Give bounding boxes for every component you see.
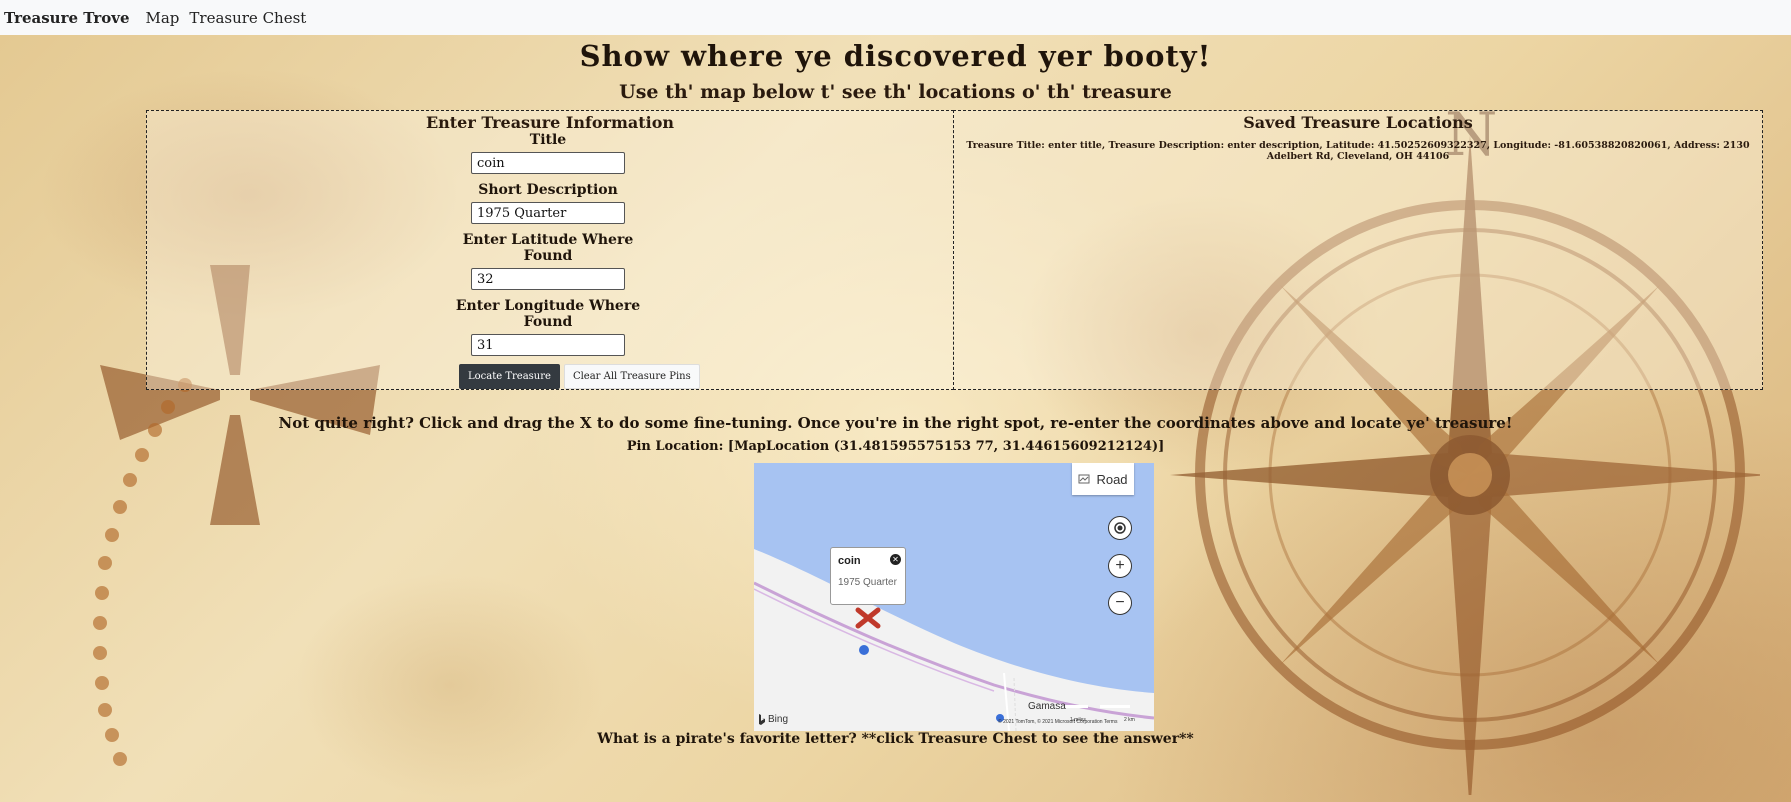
longitude-input[interactable] [471,334,625,356]
map-view[interactable]: Road + − coin 1975 Quarter ✕ Gamasa 1 mi… [754,463,1154,731]
bing-logo: Bing [758,714,788,725]
form-buttons: Locate Treasure Clear All Treasure Pins [459,364,953,389]
clear-pins-button[interactable]: Clear All Treasure Pins [563,364,700,389]
description-input[interactable] [471,202,625,224]
road-layer-icon [1078,474,1090,484]
map-type-road-button[interactable]: Road [1072,463,1134,495]
zoom-in-button[interactable]: + [1108,554,1132,578]
description-label: Short Description [478,182,618,198]
zoom-out-button[interactable]: − [1108,591,1132,615]
map-land [754,549,1154,731]
road-label: Road [1096,471,1128,487]
place-label: Gamasa [1028,701,1066,712]
page-subtitle: Use th' map below t' see th' locations o… [619,81,1172,103]
nav-link-map[interactable]: Map [146,9,180,27]
form-fields: Title Short Description Enter Latitude W… [453,132,643,356]
title-input[interactable] [471,152,625,174]
saved-locations-panel: Saved Treasure Locations Treasure Title:… [953,110,1763,390]
x-marker-icon[interactable] [855,607,881,629]
main-content: Show where ye discovered yer booty! Use … [0,35,1791,802]
saved-title: Saved Treasure Locations [1243,113,1473,132]
page-title: Show where ye discovered yer booty! [579,39,1212,73]
bing-label: Bing [768,714,789,725]
close-icon[interactable]: ✕ [890,554,901,565]
latitude-input[interactable] [471,268,625,290]
navbar-brand[interactable]: Treasure Trove [4,9,130,27]
fine-tune-hint: Not quite right? Click and drag the X to… [278,414,1513,432]
infobox-description: 1975 Quarter [838,577,897,588]
pirate-riddle: What is a pirate's favorite letter? **cl… [597,731,1194,747]
scale-km: 2 km [1124,717,1135,723]
treasure-form-panel: Enter Treasure Information Title Short D… [146,110,954,390]
longitude-label: Enter Longitude Where Found [455,298,641,330]
pin-location-readout: Pin Location: [MapLocation (31.481595575… [626,439,1165,454]
pin-infobox: coin 1975 Quarter ✕ [830,547,906,605]
bing-logo-icon [759,714,765,725]
latitude-label: Enter Latitude Where Found [462,232,634,264]
navbar: Treasure Trove Map Treasure Chest [0,0,1791,35]
nav-link-treasure-chest[interactable]: Treasure Chest [189,9,306,27]
locate-me-icon [1114,522,1126,534]
locate-me-button[interactable] [1108,516,1132,540]
zoom-out-icon: − [1115,594,1125,611]
title-label: Title [529,132,567,148]
saved-location-entry: Treasure Title: enter title, Treasure De… [966,140,1750,162]
locate-treasure-button[interactable]: Locate Treasure [459,364,560,389]
form-title: Enter Treasure Information [425,113,675,132]
zoom-in-icon: + [1115,557,1125,574]
map-copyright: © 2021 TomTom, © 2021 Microsoft Corporat… [998,719,1118,725]
